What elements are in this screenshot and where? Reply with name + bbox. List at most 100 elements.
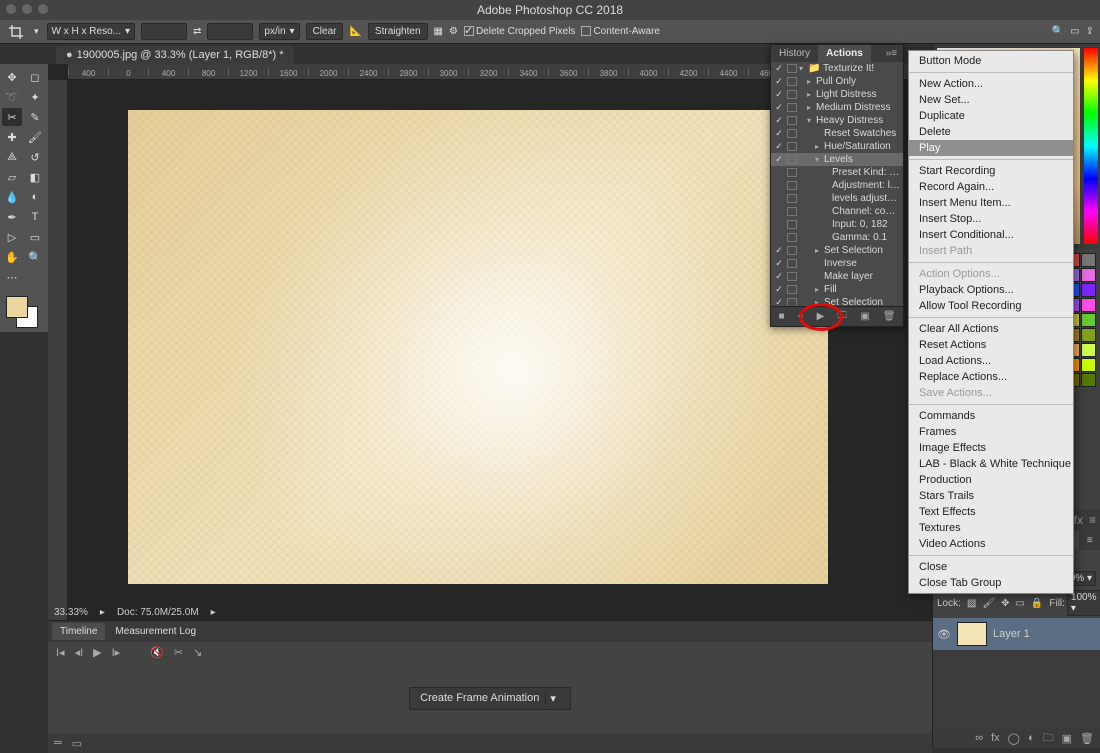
action-toggle-checkbox[interactable]: ✓ [773,63,785,74]
new-action-icon[interactable]: ▣ [860,311,869,322]
new-set-icon[interactable]: 🗀 [837,308,847,325]
crop-preset-dropdown[interactable]: W x H x Reso...▾ [47,23,135,40]
delete-layer-icon[interactable]: 🗑 [1080,732,1094,745]
crop-width-field[interactable] [141,23,187,40]
action-dialog-toggle[interactable] [787,220,797,229]
disclosure-triangle-icon[interactable]: ▸ [815,142,823,151]
prev-frame-icon[interactable]: ◂I [75,646,84,659]
swatch[interactable] [1081,313,1096,327]
menu-item[interactable]: Commands [909,408,1073,424]
create-frame-animation-button[interactable]: Create Frame Animation ▾ [409,687,571,710]
layer-name[interactable]: Layer 1 [993,628,1030,640]
lock-artboard-icon[interactable]: ▭ [1015,598,1024,609]
link-layers-icon[interactable]: ∞ [975,732,983,744]
panel-menu-icon[interactable]: »≡ [880,45,903,62]
lock-all-icon[interactable]: 🔒 [1031,598,1043,609]
dodge-tool-icon[interactable]: ◐ [25,188,45,206]
action-row[interactable]: ✓▾Heavy Distress [771,114,903,127]
chevron-down-icon[interactable]: ▾ [32,26,41,37]
action-toggle-checkbox[interactable]: ✓ [773,297,785,306]
disclosure-triangle-icon[interactable]: ▸ [815,298,823,306]
menu-item[interactable]: Button Mode [909,53,1073,69]
action-toggle-checkbox[interactable]: ✓ [773,115,785,126]
crop-options-gear-icon[interactable]: ⚙ [449,26,458,37]
chevron-down-icon[interactable]: ▾ [545,692,560,705]
action-row[interactable]: Channel: compos... [771,205,903,218]
search-icon[interactable]: 🔍 [1052,26,1064,37]
layer-row[interactable]: 👁 Layer 1 [933,618,1100,650]
action-row[interactable]: ✓Reset Swatches [771,127,903,140]
action-row[interactable]: ✓▸Medium Distress [771,101,903,114]
quick-select-tool-icon[interactable]: ✦ [25,88,45,106]
hand-tool-icon[interactable]: ✋ [2,248,22,266]
action-dialog-toggle[interactable] [787,285,797,294]
disclosure-triangle-icon[interactable]: ▾ [799,64,807,73]
lasso-tool-icon[interactable]: ➰ [2,88,22,106]
tab-actions[interactable]: Actions [818,45,871,62]
disclosure-triangle-icon[interactable]: ▸ [815,246,823,255]
menu-item[interactable]: Replace Actions... [909,369,1073,385]
new-fill-adjust-icon[interactable]: ◐ [1028,732,1035,744]
healing-brush-tool-icon[interactable]: ✚ [2,128,22,146]
menu-item[interactable]: Delete [909,124,1073,140]
disclosure-triangle-icon[interactable]: ▸ [807,90,815,99]
action-dialog-toggle[interactable] [787,64,797,73]
action-toggle-checkbox[interactable]: ✓ [773,89,785,100]
lock-position-icon[interactable]: ✥ [1001,598,1009,609]
timeline-menu-icon[interactable]: ═ [54,737,62,749]
styles-icon[interactable]: fx [1074,513,1083,527]
action-row[interactable]: ✓Inverse [771,257,903,270]
tab-timeline[interactable]: Timeline [52,623,105,640]
delete-icon[interactable]: 🗑 [883,311,896,322]
action-dialog-toggle[interactable] [787,103,797,112]
menu-item[interactable]: Record Again... [909,179,1073,195]
menu-item[interactable]: Stars Trails [909,488,1073,504]
action-toggle-checkbox[interactable]: ✓ [773,258,785,269]
close-window-icon[interactable] [6,4,16,14]
straighten-button[interactable]: Straighten [368,23,428,40]
menu-item[interactable]: Allow Tool Recording [909,298,1073,314]
edit-toolbar-icon[interactable]: ⋯ [2,268,22,286]
new-layer-icon[interactable]: ▣ [1062,732,1072,745]
blur-tool-icon[interactable]: 💧 [2,188,22,206]
foreground-color-swatch[interactable] [6,296,28,318]
status-chevron-icon[interactable]: ▸ [211,607,216,618]
action-toggle-checkbox[interactable]: ✓ [773,128,785,139]
action-dialog-toggle[interactable] [787,207,797,216]
action-row[interactable]: ✓▸Set Selection [771,296,903,306]
disclosure-triangle-icon[interactable]: ▸ [815,285,823,294]
action-row[interactable]: ✓▸Set Selection [771,244,903,257]
action-row[interactable]: ✓▸Pull Only [771,75,903,88]
brush-tool-icon[interactable]: 🖌 [25,128,45,146]
eyedropper-tool-icon[interactable]: ✎ [25,108,45,126]
menu-item[interactable]: Play [909,140,1073,156]
action-row[interactable]: ✓▸Hue/Saturation [771,140,903,153]
audio-mute-icon[interactable]: 🔇 [150,646,164,659]
action-toggle-checkbox[interactable]: ✓ [773,76,785,87]
action-toggle-checkbox[interactable]: ✓ [773,284,785,295]
action-dialog-toggle[interactable] [787,116,797,125]
menu-item[interactable]: Production [909,472,1073,488]
action-dialog-toggle[interactable] [787,298,797,306]
zoom-level[interactable]: 33.33% [54,607,88,618]
action-dialog-toggle[interactable] [787,181,797,190]
play-icon[interactable]: ▶ [93,646,101,659]
workspace-icon[interactable]: ▭ [1070,26,1079,37]
disclosure-triangle-icon[interactable]: ▸ [807,77,815,86]
zoom-window-icon[interactable] [38,4,48,14]
visibility-eye-icon[interactable]: 👁 [937,628,951,641]
crop-height-field[interactable] [207,23,253,40]
action-dialog-toggle[interactable] [787,90,797,99]
next-frame-icon[interactable]: I▸ [112,646,121,659]
swatch[interactable] [1081,358,1096,372]
split-clip-icon[interactable]: ✂ [174,646,183,659]
stop-icon[interactable]: ■ [779,311,785,322]
action-dialog-toggle[interactable] [787,246,797,255]
gradient-tool-icon[interactable]: ◧ [25,168,45,186]
action-dialog-toggle[interactable] [787,194,797,203]
clear-button[interactable]: Clear [306,23,344,40]
shape-tool-icon[interactable]: ▭ [25,228,45,246]
path-select-tool-icon[interactable]: ▷ [2,228,22,246]
menu-item[interactable]: Close [909,559,1073,575]
move-tool-icon[interactable]: ✥ [2,68,22,86]
